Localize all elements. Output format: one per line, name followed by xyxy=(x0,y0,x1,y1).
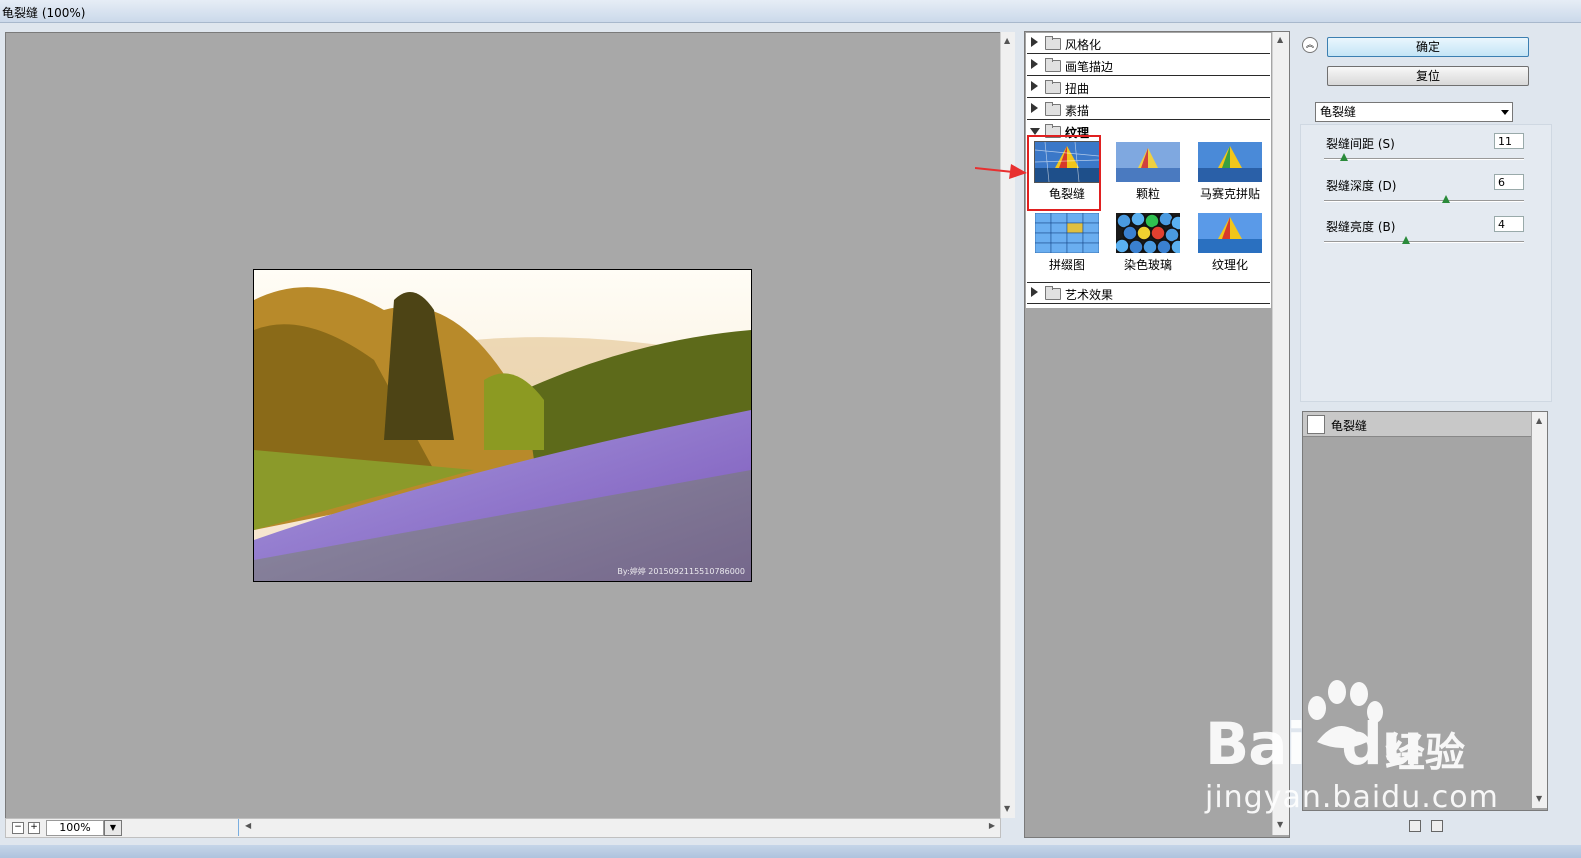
scroll-up-icon[interactable]: ▲ xyxy=(1277,35,1283,44)
scroll-down-icon[interactable]: ▼ xyxy=(1536,794,1542,803)
expand-arrow-icon[interactable] xyxy=(1031,103,1038,113)
preview-canvas[interactable]: By:婷婷 2015092115510786000 xyxy=(5,32,1001,820)
thumb-image xyxy=(1198,213,1262,253)
crack-depth-label: 裂缝深度 (D) xyxy=(1326,179,1397,193)
taskbar-strip xyxy=(0,845,1581,858)
folder-icon xyxy=(1045,36,1061,50)
crack-spacing-input[interactable]: 11 xyxy=(1494,133,1524,149)
category-brush-strokes[interactable]: 画笔描边 xyxy=(1027,55,1270,76)
thumb-image xyxy=(1116,142,1180,182)
baidu-watermark: Bai du 经验 jingyan.baidu.com xyxy=(1205,680,1505,820)
crack-depth-input[interactable]: 6 xyxy=(1494,174,1524,190)
scroll-down-icon[interactable]: ▼ xyxy=(1004,804,1010,813)
collapse-panel-icon[interactable]: ︽ xyxy=(1302,37,1318,53)
expand-arrow-icon[interactable] xyxy=(1031,37,1038,47)
crack-brightness-slider-handle[interactable] xyxy=(1402,236,1410,244)
crack-brightness-slider[interactable] xyxy=(1324,241,1524,243)
folder-icon xyxy=(1045,80,1061,94)
scroll-up-icon[interactable]: ▲ xyxy=(1536,416,1542,425)
thumb-image xyxy=(1035,213,1099,253)
crack-depth-slider-handle[interactable] xyxy=(1442,195,1450,203)
filter-select[interactable]: 龟裂缝 xyxy=(1315,102,1513,122)
crack-spacing-slider-handle[interactable] xyxy=(1340,153,1348,161)
expand-arrow-icon[interactable] xyxy=(1031,287,1038,297)
preview-image: By:婷婷 2015092115510786000 xyxy=(253,269,752,582)
folder-icon xyxy=(1045,58,1061,72)
zoom-in-button[interactable]: + xyxy=(28,822,40,834)
delete-effect-layer-icon[interactable] xyxy=(1431,820,1443,832)
expand-arrow-icon[interactable] xyxy=(1031,59,1038,69)
crack-brightness-input[interactable]: 4 xyxy=(1494,216,1524,232)
red-arrow-icon xyxy=(975,164,1027,179)
crack-spacing-label: 裂缝间距 (S) xyxy=(1326,137,1395,151)
filter-thumb-stained-glass[interactable]: 染色玻璃 xyxy=(1116,213,1180,272)
scroll-down-icon[interactable]: ▼ xyxy=(1277,820,1283,829)
preview-status-bar: − + 100% ▼ ◀ ▶ xyxy=(5,818,1001,838)
folder-icon xyxy=(1045,286,1061,300)
ok-button[interactable]: 确定 xyxy=(1327,37,1529,57)
thumb-image xyxy=(1198,142,1262,182)
category-distort[interactable]: 扭曲 xyxy=(1027,77,1270,98)
filter-thumb-patchwork[interactable]: 拼缀图 xyxy=(1035,213,1099,272)
expand-arrow-icon[interactable] xyxy=(1031,81,1038,91)
filter-thumb-grain[interactable]: 颗粒 xyxy=(1116,142,1180,201)
effect-layer-row[interactable]: 龟裂缝 xyxy=(1303,412,1531,437)
crack-depth-slider[interactable] xyxy=(1324,200,1524,202)
reset-button[interactable]: 复位 xyxy=(1327,66,1529,86)
category-sketch[interactable]: 素描 xyxy=(1027,99,1270,120)
chevron-down-icon xyxy=(1501,110,1509,115)
new-effect-layer-icon[interactable] xyxy=(1409,820,1421,832)
zoom-field[interactable]: 100% xyxy=(46,820,104,836)
scroll-right-icon[interactable]: ▶ xyxy=(989,821,995,830)
crack-brightness-label: 裂缝亮度 (B) xyxy=(1326,220,1396,234)
folder-icon xyxy=(1045,102,1061,116)
thumb-image xyxy=(1116,213,1180,253)
filter-thumb-mosaic-tiles[interactable]: 马赛克拼贴 xyxy=(1198,142,1262,201)
title-bar: 龟裂缝 (100%) xyxy=(0,0,1581,23)
filter-settings-panel xyxy=(1300,124,1552,402)
preview-vertical-scrollbar[interactable]: ▲ ▼ xyxy=(1000,32,1015,818)
collapse-arrow-icon[interactable] xyxy=(1030,128,1040,135)
photo-credit: By:婷婷 2015092115510786000 xyxy=(617,567,745,576)
category-artistic[interactable]: 艺术效果 xyxy=(1027,282,1270,304)
scroll-up-icon[interactable]: ▲ xyxy=(1004,36,1010,45)
window-title: 龟裂缝 (100%) xyxy=(2,6,86,20)
category-stylize[interactable]: 风格化 xyxy=(1027,33,1270,54)
zoom-out-button[interactable]: − xyxy=(12,822,24,834)
selected-filter-highlight xyxy=(1027,135,1101,211)
visibility-eye-icon[interactable] xyxy=(1307,415,1325,434)
filter-thumb-texturizer[interactable]: 纹理化 xyxy=(1198,213,1262,272)
preview-horizontal-scrollbar[interactable]: ◀ ▶ xyxy=(238,819,999,836)
crack-spacing-slider[interactable] xyxy=(1324,158,1524,160)
scroll-left-icon[interactable]: ◀ xyxy=(245,821,251,830)
layers-scrollbar[interactable]: ▲ ▼ xyxy=(1532,412,1547,808)
zoom-dropdown-button[interactable]: ▼ xyxy=(104,820,122,836)
